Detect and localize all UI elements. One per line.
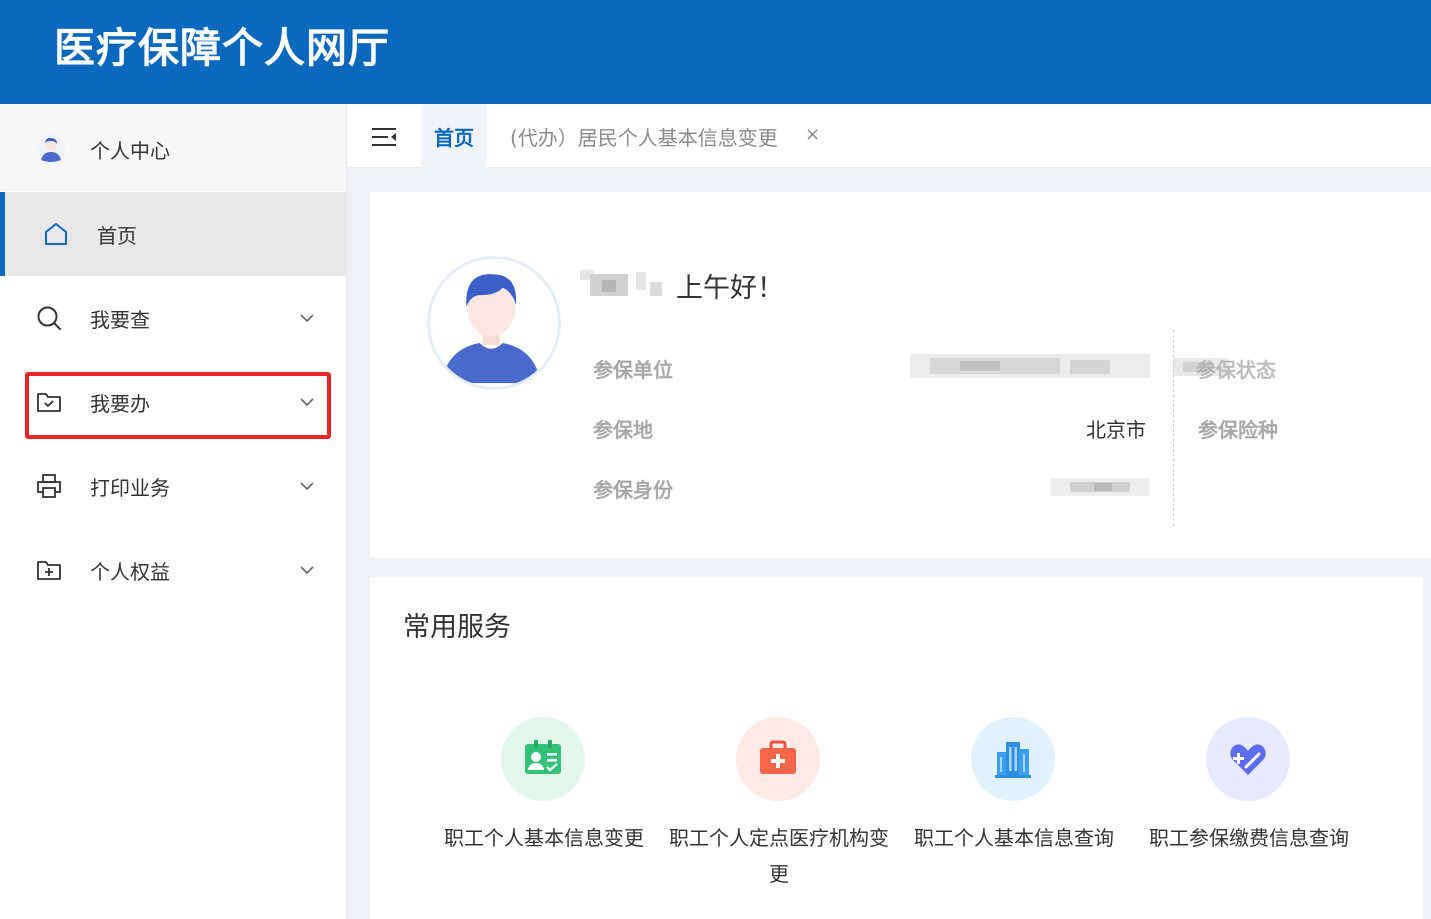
insured-unit-label: 参保单位 — [593, 358, 673, 382]
service-icon-bg — [501, 717, 585, 801]
sidebar-item-query[interactable]: 我要查 — [0, 276, 346, 360]
sidebar-profile[interactable]: 个人中心 — [0, 104, 346, 190]
service-icon-bg — [1206, 717, 1290, 801]
insured-status-label: 参保状态 — [1196, 358, 1276, 382]
insurance-type-label: 参保险种 — [1198, 418, 1278, 442]
sidebar-item-rights[interactable]: 个人权益 — [0, 528, 346, 612]
chevron-down-icon — [300, 566, 314, 575]
printer-icon — [37, 474, 61, 498]
app-title: 医疗保障个人网厅 — [54, 24, 390, 72]
service-icon-bg — [736, 717, 820, 801]
info-divider — [1173, 330, 1174, 526]
sidebar-item-label: 我要查 — [90, 308, 150, 332]
masked-insured-identity — [1050, 478, 1150, 496]
insured-location-value: 北京市 — [1086, 418, 1146, 442]
sidebar-item-label: 打印业务 — [90, 476, 170, 500]
common-services-card: 常用服务 职工个人基本信息变更 职工个人定点医疗机构变更 职工个人基本信息查询 … — [370, 577, 1423, 919]
tab-bar: 首页 (代办）居民个人基本信息变更 × — [347, 104, 1431, 168]
service-item[interactable]: 职工参保缴费信息查询 — [1131, 717, 1367, 907]
sidebar: 个人中心 首页 我要查 我要办 打印业务 个人权益 — [0, 104, 347, 919]
service-name: 职工个人基本信息查询 — [914, 826, 1114, 850]
sidebar-profile-label: 个人中心 — [90, 139, 170, 163]
user-info-card: 上午好！ 参保单位 参保状态 参保地 北京市 参保险种 参保身份 — [370, 192, 1431, 558]
masked-insured-unit — [910, 354, 1150, 378]
chevron-down-icon — [300, 482, 314, 491]
service-name: 职工个人定点医疗机构变更 — [669, 826, 889, 886]
user-avatar-icon — [37, 134, 65, 162]
service-icon-bg — [971, 717, 1055, 801]
menu-collapse-icon[interactable] — [370, 124, 398, 150]
user-avatar — [427, 256, 561, 390]
id-card-icon — [525, 740, 561, 774]
tab-home-label: 首页 — [434, 126, 474, 150]
search-icon — [37, 306, 61, 330]
tab-home[interactable]: 首页 — [421, 104, 487, 168]
service-name: 职工参保缴费信息查询 — [1149, 826, 1349, 850]
folder-plus-icon — [37, 561, 61, 580]
sidebar-item-home[interactable]: 首页 — [0, 192, 346, 276]
service-item[interactable]: 职工个人基本信息查询 — [896, 717, 1132, 907]
service-item[interactable]: 职工个人定点医疗机构变更 — [661, 717, 897, 907]
tab-resident-info-change[interactable]: (代办）居民个人基本信息变更 — [510, 122, 778, 151]
sidebar-item-label: 首页 — [97, 224, 137, 248]
highlight-annotation-box — [25, 372, 331, 439]
masked-username — [580, 270, 662, 296]
greeting-text: 上午好！ — [676, 273, 784, 304]
app-header: 医疗保障个人网厅 — [0, 0, 1431, 104]
insured-identity-label: 参保身份 — [593, 478, 673, 502]
medical-kit-icon — [760, 740, 796, 774]
user-avatar-icon — [430, 259, 553, 384]
heart-plus-icon — [1230, 744, 1266, 775]
services-title: 常用服务 — [403, 612, 511, 643]
building-icon — [995, 742, 1031, 778]
sidebar-item-label: 个人权益 — [90, 560, 170, 584]
chevron-down-icon — [300, 314, 314, 323]
home-icon — [45, 223, 67, 245]
tab-close-icon[interactable]: × — [805, 124, 820, 145]
sidebar-item-print[interactable]: 打印业务 — [0, 444, 346, 528]
insured-location-label: 参保地 — [593, 418, 653, 442]
service-name: 职工个人基本信息变更 — [444, 826, 644, 850]
service-item[interactable]: 职工个人基本信息变更 — [426, 717, 662, 907]
